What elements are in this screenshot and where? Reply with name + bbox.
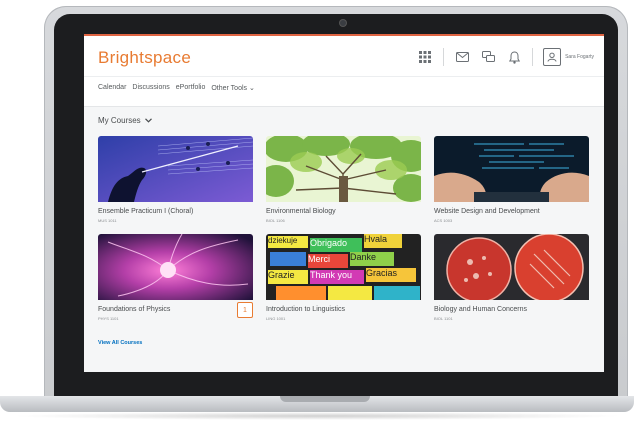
bell-icon[interactable] bbox=[506, 49, 522, 65]
course-card-environmental-biology[interactable]: Environmental Biology BIOL 1106 bbox=[266, 136, 421, 234]
menu-item-calendar[interactable]: Calendar bbox=[98, 84, 126, 92]
nav-divider bbox=[84, 76, 604, 77]
course-card-physics[interactable]: Foundations of Physics PHYS 1101 1 bbox=[98, 234, 253, 332]
header-separator bbox=[443, 48, 445, 66]
grid-icon[interactable] bbox=[417, 49, 433, 65]
word-tile: Grazie bbox=[268, 270, 308, 284]
course-image-petri-dishes bbox=[434, 234, 589, 300]
avatar-icon bbox=[543, 48, 562, 66]
mail-icon[interactable] bbox=[454, 49, 470, 65]
my-courses-title: My Courses bbox=[98, 116, 141, 125]
notification-badge[interactable]: 1 bbox=[237, 302, 253, 318]
course-title: Introduction to Linguistics bbox=[266, 306, 345, 313]
course-image-tree-canopy bbox=[266, 136, 421, 202]
course-code: ACS 1003 bbox=[434, 218, 453, 223]
laptop-shadow bbox=[10, 412, 624, 420]
course-card-linguistics[interactable]: dziekuje Obrigado Hvala Merci Danke Graz… bbox=[266, 234, 421, 332]
chevron-down-icon: ⌄ bbox=[248, 85, 255, 92]
word-tile-decoration bbox=[374, 286, 420, 300]
word-tile: Gracias bbox=[366, 268, 416, 282]
course-image-conductor bbox=[98, 136, 253, 202]
navbar: Brightspace Sara Fogarty Calendar Discus… bbox=[84, 36, 604, 107]
my-courses-header[interactable]: My Courses bbox=[98, 116, 152, 125]
course-code: MUS 1011 bbox=[98, 218, 117, 223]
header-icons: Sara Fogarty bbox=[417, 48, 594, 66]
laptop-notch bbox=[280, 396, 370, 402]
course-code: PHYS 1101 bbox=[98, 316, 119, 321]
course-image-plasma-ball bbox=[98, 234, 253, 300]
chat-icon[interactable] bbox=[480, 49, 496, 65]
word-tile: Obrigado bbox=[310, 238, 362, 252]
course-code: LING 1001 bbox=[266, 316, 286, 321]
menu-item-other-tools[interactable]: Other Tools ⌄ bbox=[211, 84, 255, 92]
word-tile: Hvala bbox=[364, 234, 402, 248]
course-title: Biology and Human Concerns bbox=[434, 306, 527, 313]
word-tile-decoration bbox=[276, 286, 326, 300]
course-code: BIOL 1106 bbox=[266, 218, 285, 223]
course-image-thank-you-words: dziekuje Obrigado Hvala Merci Danke Graz… bbox=[266, 234, 421, 300]
course-title: Website Design and Development bbox=[434, 208, 540, 215]
nav-menu: Calendar Discussions ePortfolio Other To… bbox=[98, 84, 255, 92]
menu-item-discussions[interactable]: Discussions bbox=[132, 84, 169, 92]
user-profile-menu[interactable]: Sara Fogarty bbox=[543, 48, 594, 66]
course-card-biology-human-concerns[interactable]: Biology and Human Concerns BIOL 1101 bbox=[434, 234, 589, 332]
course-code: BIOL 1101 bbox=[434, 316, 453, 321]
course-title: Foundations of Physics bbox=[98, 306, 171, 313]
word-tile: Danke bbox=[350, 252, 394, 266]
header-separator bbox=[532, 48, 534, 66]
menu-item-label: Other Tools bbox=[211, 85, 248, 92]
word-tile: Thank you bbox=[310, 270, 364, 284]
view-all-courses-link[interactable]: View All Courses bbox=[98, 340, 142, 346]
course-title: Environmental Biology bbox=[266, 208, 336, 215]
course-title: Ensemble Practicum I (Choral) bbox=[98, 208, 194, 215]
word-tile: dziekuje bbox=[268, 236, 308, 248]
brightspace-logo[interactable]: Brightspace bbox=[98, 48, 191, 68]
course-image-keyboard-code bbox=[434, 136, 589, 202]
word-tile: Merci bbox=[308, 254, 348, 268]
word-tile-decoration bbox=[270, 252, 306, 266]
camera-icon bbox=[340, 20, 346, 26]
user-name: Sara Fogarty bbox=[565, 54, 594, 60]
chevron-down-icon bbox=[144, 118, 152, 123]
homepage-content: My Courses Ensemble Practicum I (Choral)… bbox=[84, 106, 604, 372]
word-tile-decoration bbox=[328, 286, 372, 300]
screen: Brightspace Sara Fogarty Calendar Discus… bbox=[84, 34, 604, 372]
course-card-ensemble[interactable]: Ensemble Practicum I (Choral) MUS 1011 bbox=[98, 136, 253, 234]
course-card-website-design[interactable]: Website Design and Development ACS 1003 bbox=[434, 136, 589, 234]
menu-item-eportfolio[interactable]: ePortfolio bbox=[176, 84, 206, 92]
